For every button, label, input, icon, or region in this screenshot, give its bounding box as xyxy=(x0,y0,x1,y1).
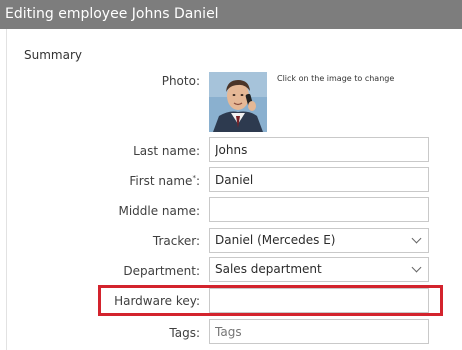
employee-avatar-icon xyxy=(209,72,267,132)
photo-hint: Click on the image to change xyxy=(277,74,395,83)
first-name-field[interactable] xyxy=(209,167,429,192)
last-name-field[interactable] xyxy=(209,137,429,162)
department-label: Department: xyxy=(123,264,200,278)
section-title-summary: Summary xyxy=(24,48,82,62)
first-name-label: First name*: xyxy=(129,174,200,188)
middle-name-field[interactable] xyxy=(209,197,429,222)
window-title: Editing employee Johns Daniel xyxy=(0,0,462,29)
tracker-select[interactable]: Daniel (Mercedes E) xyxy=(209,228,429,253)
chevron-down-icon xyxy=(411,262,422,273)
hardware-key-highlight xyxy=(98,285,443,316)
department-value: Sales department xyxy=(215,262,322,276)
middle-name-label: Middle name: xyxy=(118,204,200,218)
tags-input[interactable] xyxy=(209,319,429,344)
tags-label: Tags: xyxy=(169,326,200,340)
photo-label: Photo: xyxy=(161,74,200,88)
first-name-label-text: First name xyxy=(129,174,193,188)
tracker-value: Daniel (Mercedes E) xyxy=(215,233,336,247)
last-name-label: Last name: xyxy=(133,144,200,158)
tracker-label: Tracker: xyxy=(152,234,200,248)
employee-photo[interactable] xyxy=(209,72,267,132)
department-select[interactable]: Sales department xyxy=(209,257,429,282)
chevron-down-icon xyxy=(411,233,422,244)
first-name-label-colon: : xyxy=(195,174,200,188)
